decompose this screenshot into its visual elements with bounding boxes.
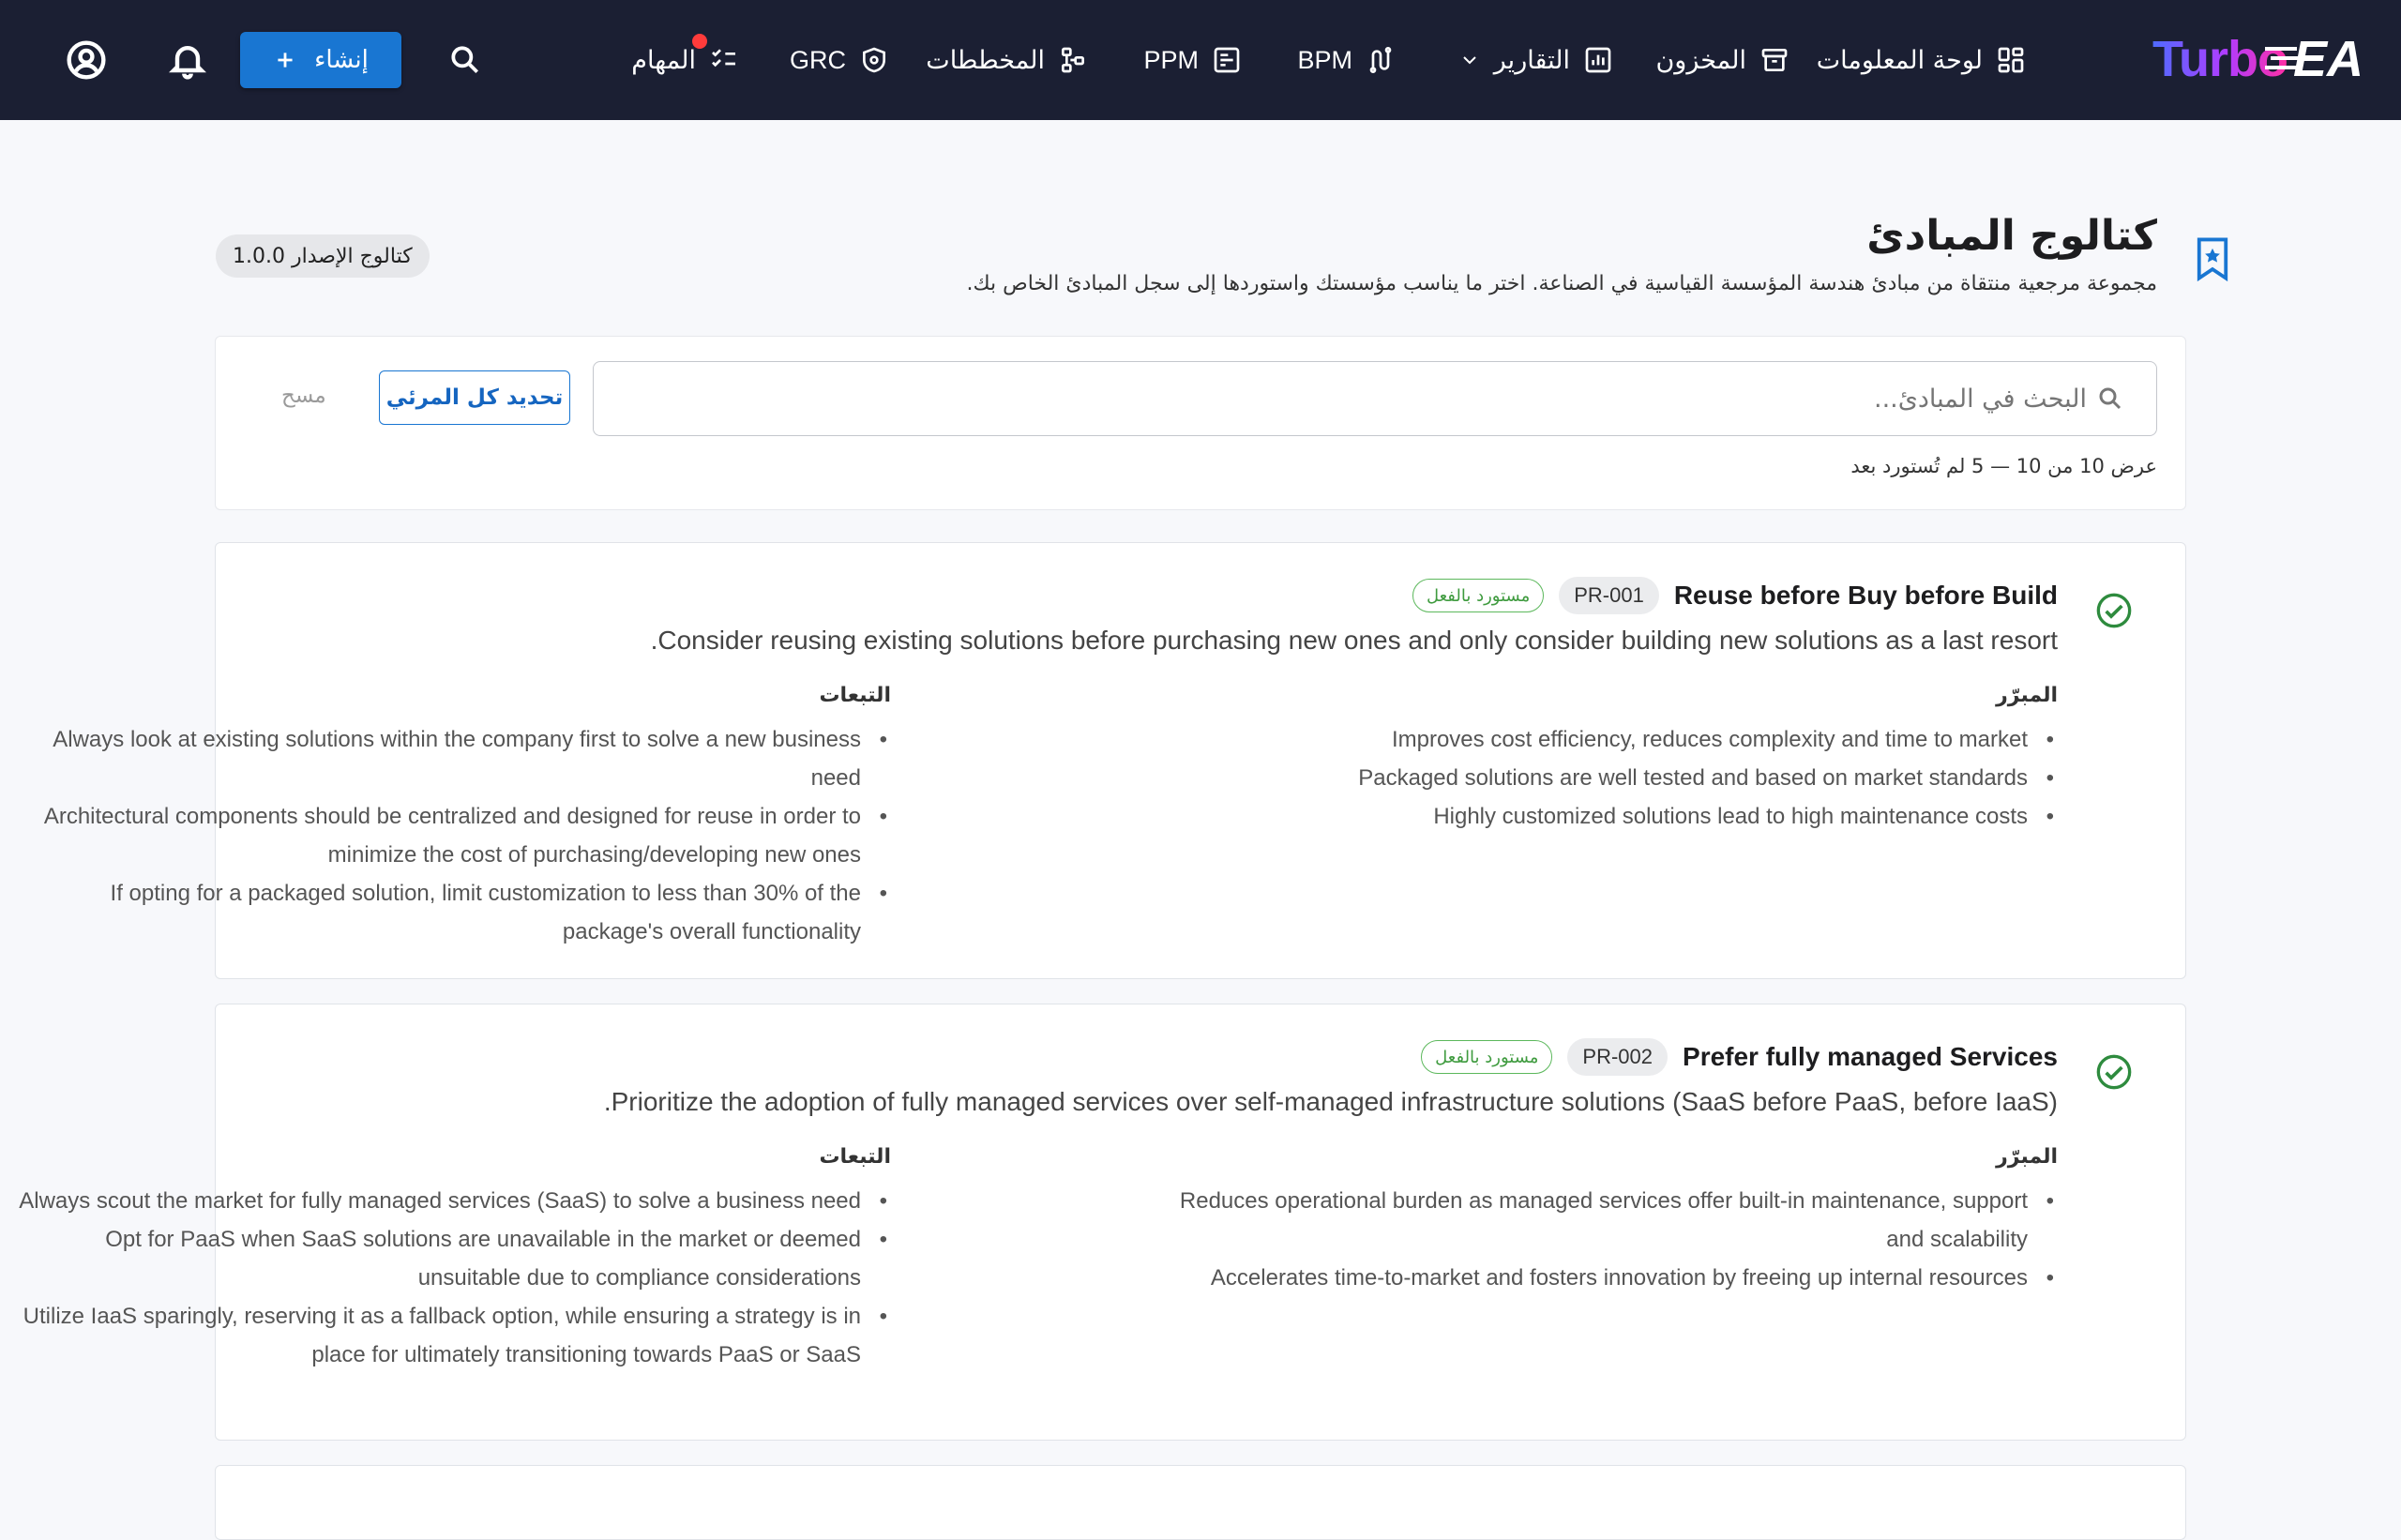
nav-item-reports[interactable]: التقارير xyxy=(1458,30,1613,90)
implications-section: التبعات Always scout the market for full… xyxy=(9,1145,891,1374)
principle-title: Prefer fully managed Services xyxy=(1683,1042,2058,1071)
implication-item: Always scout the market for fully manage… xyxy=(9,1182,891,1220)
account-button[interactable] xyxy=(56,30,116,90)
page-header: كتالوج المبادئ مجموعة مرجعية منتقاة من م… xyxy=(216,212,2228,315)
implication-item: Utilize IaaS sparingly, reserving it as … xyxy=(9,1297,891,1374)
turbo-ea-logo[interactable]: Turbo EA xyxy=(2152,28,2363,90)
page-subtitle: مجموعة مرجعية منتقاة من مبادئ هندسة المؤ… xyxy=(966,272,2157,295)
implications-heading: التبعات xyxy=(819,684,891,707)
search-icon xyxy=(2099,387,2122,410)
bookmark-star-icon xyxy=(2197,237,2228,281)
rationale-item: Reduces operational burden as managed se… xyxy=(1167,1182,2058,1259)
rationale-item: Improves cost efficiency, reduces comple… xyxy=(1167,720,2058,759)
logo-suffix: EA xyxy=(2264,31,2363,87)
nav-item-label: المهام xyxy=(631,45,696,75)
nav-item-diagrams[interactable]: المخططات xyxy=(926,30,1088,90)
tasks-icon xyxy=(712,49,735,68)
search-input[interactable] xyxy=(680,384,2087,414)
bell-icon xyxy=(169,46,206,80)
imported-badge: مستورد بالفعل xyxy=(1421,1040,1553,1074)
ppm-icon xyxy=(1214,47,1240,73)
rationale-item: Highly customized solutions lead to high… xyxy=(1167,797,2058,836)
search-button[interactable] xyxy=(435,30,495,90)
notifications-button[interactable] xyxy=(158,30,218,90)
nav-item-dashboard[interactable]: لوحة المعلومات xyxy=(1817,30,2026,90)
principle-card[interactable] xyxy=(215,1465,2186,1540)
implications-heading: التبعات xyxy=(819,1145,891,1169)
chevron-down-icon xyxy=(1463,56,1476,65)
implication-item: Always look at existing solutions within… xyxy=(9,720,891,797)
nav-item-grc[interactable]: GRC xyxy=(790,30,889,90)
account-icon xyxy=(67,40,106,80)
principle-title: Reuse before Buy before Build xyxy=(1673,581,2058,610)
results-count: عرض 10 من 10 — 5 لم تُستورد بعد xyxy=(1850,455,2157,477)
logo-text: Turbo xyxy=(2152,31,2288,87)
implications-section: التبعات Always look at existing solution… xyxy=(9,684,891,951)
nav-item-inventory[interactable]: المخزون xyxy=(1655,30,1789,90)
implication-item: If opting for a packaged solution, limit… xyxy=(9,874,891,951)
shield-icon xyxy=(863,47,885,73)
principle-code-chip: PR-002 xyxy=(1567,1038,1669,1076)
search-field[interactable] xyxy=(593,361,2157,436)
nav-item-label: المخزون xyxy=(1655,45,1746,75)
plus-icon xyxy=(278,53,293,68)
search-panel: تحديد كل المرئي مسح عرض 10 من 10 — 5 لم … xyxy=(215,336,2186,510)
principle-code-chip: PR-001 xyxy=(1559,577,1659,614)
nav-item-tasks[interactable]: المهام xyxy=(631,30,739,90)
nav-item-label: BPM xyxy=(1297,45,1352,74)
nav-item-label: التقارير xyxy=(1493,45,1570,75)
page-title: كتالوج المبادئ xyxy=(1866,212,2157,260)
check-circle-icon[interactable] xyxy=(2095,592,2133,629)
check-circle-icon[interactable] xyxy=(2095,1053,2133,1091)
bpm-icon xyxy=(1369,47,1392,73)
nav-item-label: GRC xyxy=(790,45,846,74)
dashboard-icon xyxy=(1998,47,2024,73)
inventory-icon xyxy=(1761,49,1788,71)
principle-description: Consider reusing existing solutions befo… xyxy=(650,626,2058,655)
nav-item-bpm[interactable]: BPM xyxy=(1297,30,1396,90)
imported-badge: مستورد بالفعل xyxy=(1412,579,1545,612)
principle-card[interactable]: Reuse before Buy before Build PR-001 مست… xyxy=(44,542,2186,979)
nav-item-label: المخططات xyxy=(926,45,1045,75)
implication-item: Architectural components should be centr… xyxy=(9,797,891,874)
rationale-item: Packaged solutions are well tested and b… xyxy=(1167,759,2058,797)
clear-button[interactable]: مسح xyxy=(281,384,326,408)
select-all-visible-button[interactable]: تحديد كل المرئي xyxy=(379,370,570,425)
nav-item-label: لوحة المعلومات xyxy=(1816,45,1983,75)
rationale-item: Accelerates time-to-market and fosters i… xyxy=(1167,1259,2058,1297)
rationale-section: المبرّر Improves cost efficiency, reduce… xyxy=(1167,684,2058,836)
principle-title-row: Reuse before Buy before Build PR-001 مست… xyxy=(1412,577,2058,614)
rationale-heading: المبرّر xyxy=(1996,684,2058,707)
nav-item-ppm[interactable]: PPM xyxy=(1143,30,1242,90)
reports-icon xyxy=(1585,47,1611,73)
diagrams-icon xyxy=(1062,47,1084,73)
implication-item: Opt for PaaS when SaaS solutions are una… xyxy=(9,1220,891,1297)
top-navigation-bar: Turbo EA لوحة المعلومات المخزون التقارير… xyxy=(0,0,2401,120)
nav-item-label: PPM xyxy=(1143,45,1199,74)
version-chip: كتالوج الإصدار 1.0.0 xyxy=(216,234,430,278)
principle-description: Prioritize the adoption of fully managed… xyxy=(603,1087,2058,1116)
create-button[interactable]: إنشاء xyxy=(240,32,401,88)
notification-dot xyxy=(692,34,707,49)
search-icon xyxy=(451,46,479,74)
create-button-label: إنشاء xyxy=(314,46,369,74)
rationale-section: المبرّر Reduces operational burden as ma… xyxy=(1167,1145,2058,1297)
principle-card[interactable]: Prefer fully managed Services PR-002 مست… xyxy=(19,1004,2186,1441)
rationale-heading: المبرّر xyxy=(1996,1145,2058,1169)
principle-title-row: Prefer fully managed Services PR-002 مست… xyxy=(1421,1038,2058,1076)
